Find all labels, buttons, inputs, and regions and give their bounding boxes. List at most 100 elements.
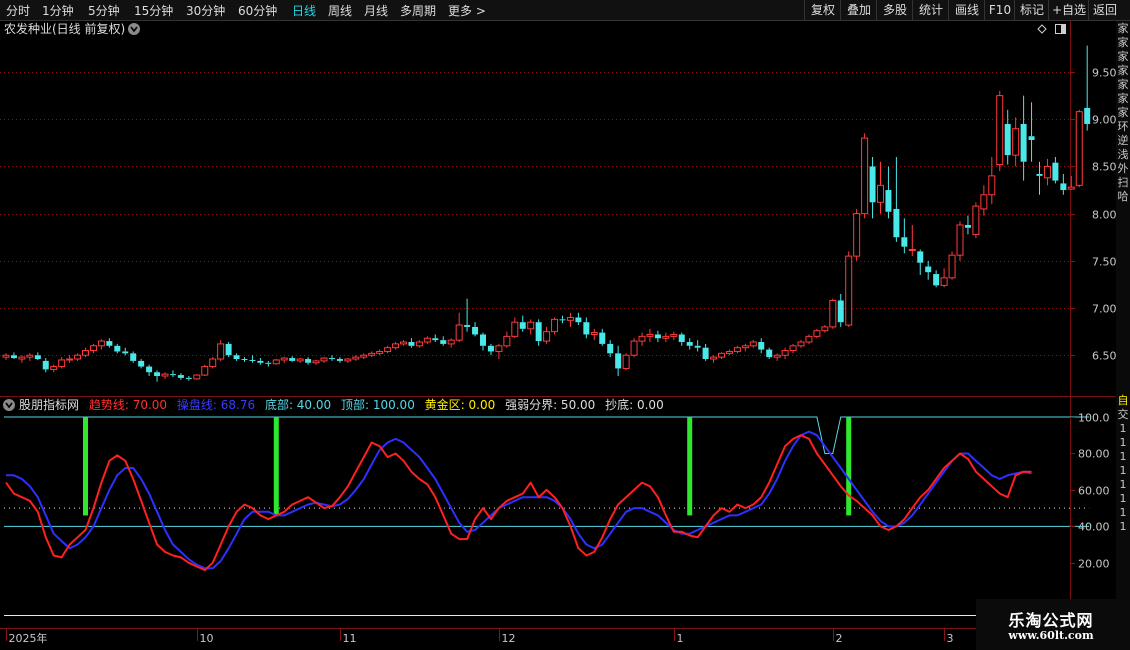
side-panel-glyph[interactable]: 1 <box>1116 423 1130 435</box>
candle-body <box>265 362 272 364</box>
side-panel-glyph[interactable]: 外 <box>1116 163 1130 175</box>
statistics-button[interactable]: 统计 <box>912 0 949 20</box>
candle <box>845 251 853 327</box>
back-button[interactable]: 返回 <box>1088 0 1121 20</box>
candle <box>956 221 964 261</box>
candle-body <box>654 334 661 339</box>
candle-body <box>296 358 304 362</box>
price-tick-label: 8.00 <box>1092 209 1116 222</box>
timeframe-tab-60min[interactable]: 60分钟 <box>238 2 277 19</box>
candle-body <box>1075 111 1083 186</box>
candle-body <box>472 326 479 335</box>
side-panel-glyph[interactable]: 1 <box>1116 507 1130 519</box>
side-panel-glyph[interactable]: 家 <box>1116 65 1130 77</box>
candle <box>209 357 217 369</box>
side-panel-glyph[interactable]: 家 <box>1116 107 1130 119</box>
candle-body <box>980 194 988 210</box>
candle <box>1075 109 1083 188</box>
candle-body <box>773 354 781 358</box>
title-dropdown-icon[interactable] <box>128 23 140 35</box>
candle-body <box>733 347 741 352</box>
candle-body <box>566 316 574 321</box>
timeframe-tab-5min[interactable]: 5分钟 <box>88 2 120 19</box>
side-panel-glyph[interactable]: 扫 <box>1116 177 1130 189</box>
side-panel-glyph[interactable]: 1 <box>1116 493 1130 505</box>
candle-body <box>869 166 876 203</box>
candle-body <box>392 343 400 349</box>
candle-body <box>257 360 264 363</box>
toolbar: 分时 1分钟 5分钟 15分钟 30分钟 60分钟 日线 周线 月线 多周期 更… <box>0 0 1130 21</box>
candle-body <box>305 359 312 363</box>
indicator-dropdown-icon[interactable] <box>3 399 15 411</box>
candle-body <box>106 341 113 346</box>
candle <box>630 338 638 358</box>
chart-area[interactable]: 农发种业(日线 前复权) 9.50 9.00 8.50 8.00 7.50 7.00 6.5… <box>0 21 1116 650</box>
candle-body <box>933 274 940 286</box>
side-panel-glyph[interactable]: 家 <box>1116 79 1130 91</box>
side-panel-glyph[interactable]: 家 <box>1116 51 1130 63</box>
side-panel-glyph[interactable]: 1 <box>1116 521 1130 533</box>
multi-stock-button[interactable]: 多股 <box>876 0 913 20</box>
candle-body <box>432 338 439 341</box>
side-panel-glyph[interactable]: 逆 <box>1116 135 1130 147</box>
side-panel-glyph[interactable]: 交 <box>1116 409 1130 421</box>
timeframe-tab-1min[interactable]: 1分钟 <box>42 2 74 19</box>
right-side-panel[interactable]: 家家家家家家家环逆浅外扫哈自交11111111 <box>1116 21 1130 650</box>
candle-body <box>503 335 511 347</box>
candle-body <box>694 345 701 348</box>
candle-body <box>861 137 869 215</box>
side-panel-glyph[interactable]: 自 <box>1116 395 1130 407</box>
bottom-fishing-signal <box>83 417 88 516</box>
side-panel-glyph[interactable]: 家 <box>1116 93 1130 105</box>
overlay-button[interactable]: 叠加 <box>840 0 877 20</box>
candle-body <box>599 332 606 344</box>
timeframe-tab-15min[interactable]: 15分钟 <box>134 2 173 19</box>
side-panel-glyph[interactable]: 家 <box>1116 37 1130 49</box>
side-panel-glyph[interactable]: 环 <box>1116 121 1130 133</box>
candle <box>201 364 209 377</box>
side-panel-glyph[interactable]: 1 <box>1116 465 1130 477</box>
timeframe-tab-multi[interactable]: 多周期 <box>400 2 436 19</box>
add-watchlist-button[interactable]: +自选 <box>1048 0 1089 20</box>
fuquan-button[interactable]: 复权 <box>804 0 841 20</box>
candle-body <box>813 330 821 337</box>
candle-body <box>336 359 343 361</box>
indicator-tick-label: 80.00 <box>1078 448 1110 461</box>
candle-body <box>225 343 232 356</box>
side-panel-glyph[interactable]: 1 <box>1116 437 1130 449</box>
f10-button[interactable]: F10 <box>984 0 1015 20</box>
side-panel-spacer <box>1116 203 1130 393</box>
timeframe-tab-monthly[interactable]: 月线 <box>364 2 388 19</box>
watermark-url: www.60lt.com <box>1008 629 1094 642</box>
side-panel-glyph[interactable]: 哈 <box>1116 191 1130 203</box>
draw-line-button[interactable]: 画线 <box>948 0 985 20</box>
candle-body <box>948 254 956 279</box>
candle-body <box>1012 128 1020 156</box>
candle <box>813 328 821 339</box>
mark-button[interactable]: 标记 <box>1014 0 1049 20</box>
candle-body <box>1036 173 1043 176</box>
watermark: 乐淘公式网 www.60lt.com <box>976 599 1130 650</box>
candle-body <box>893 208 900 238</box>
date-label: 12 <box>502 632 516 645</box>
timeframe-tab-weekly[interactable]: 周线 <box>328 2 352 19</box>
candle-body <box>583 322 590 335</box>
candle-body <box>1052 162 1059 181</box>
candle-body <box>964 224 971 228</box>
candle-body <box>384 347 392 352</box>
candle-body <box>678 334 685 343</box>
side-panel-glyph[interactable]: 家 <box>1116 23 1130 35</box>
candle-body <box>972 205 980 235</box>
side-panel-glyph[interactable]: 1 <box>1116 451 1130 463</box>
candle-body <box>66 358 74 361</box>
side-panel-glyph[interactable]: 浅 <box>1116 149 1130 161</box>
timeframe-tab-30min[interactable]: 30分钟 <box>186 2 225 19</box>
candle-body <box>607 343 614 354</box>
timeframe-tab-daily[interactable]: 日线 <box>292 2 316 19</box>
candle-body <box>130 353 137 361</box>
stock-title: 农发种业(日线 前复权) <box>4 21 125 36</box>
candle <box>972 202 980 239</box>
side-panel-glyph[interactable]: 1 <box>1116 479 1130 491</box>
timeframe-tab-fenshi[interactable]: 分时 <box>6 2 30 19</box>
timeframe-tab-more[interactable]: 更多 > <box>448 2 486 19</box>
